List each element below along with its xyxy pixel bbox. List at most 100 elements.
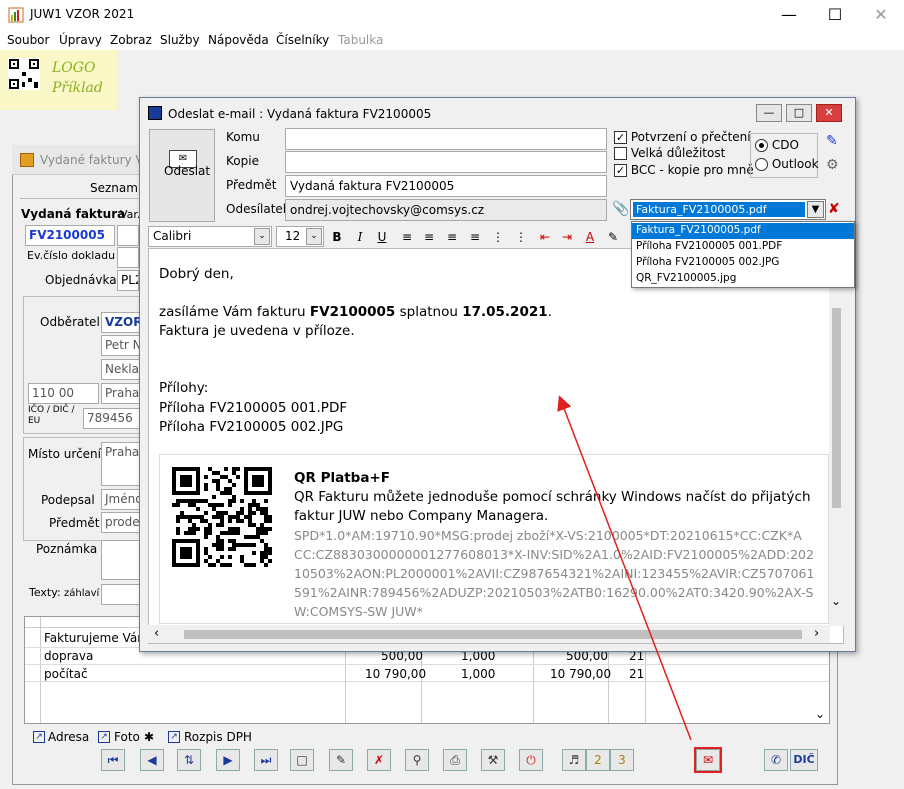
tab-seznam[interactable]: Seznam	[90, 181, 138, 195]
grid-scroll-down-icon[interactable]: ⌄	[815, 707, 825, 721]
bold-icon[interactable]: B	[328, 228, 346, 246]
align-right-icon[interactable]: ≡	[443, 228, 461, 246]
close-button[interactable]: ✕	[858, 0, 904, 30]
qr-description-1: QR Fakturu můžete jednoduše pomocí schrá…	[294, 489, 811, 505]
read-receipt-checkbox[interactable]: ✓ Potvrzení o přečtení	[614, 130, 751, 144]
body-attachments-head: Přílohy:	[159, 380, 209, 396]
contact-field[interactable]: Petr N	[101, 335, 141, 356]
pin-icon[interactable]: ✱	[144, 730, 154, 744]
attachment-option[interactable]: QR_FV2100005.jpg	[632, 271, 854, 287]
dialog-app-icon	[148, 106, 162, 120]
tools-icon[interactable]: ⚒	[481, 749, 505, 771]
zip-field[interactable]: 110 00	[28, 383, 99, 404]
edit-settings-icon[interactable]: ✎	[826, 133, 838, 149]
menu-zobraz[interactable]: Zobraz	[110, 33, 152, 47]
indent-icon[interactable]: ⇥	[558, 228, 576, 246]
outdent-icon[interactable]: ⇤	[536, 228, 554, 246]
attachment-option[interactable]: Příloha FV2100005 001.PDF	[632, 239, 854, 255]
tab-rozpis-dph[interactable]: Rozpis DPH	[184, 730, 252, 744]
chevron-down-icon[interactable]: ▼	[807, 201, 824, 218]
phone-icon[interactable]: ✆	[764, 749, 788, 771]
highlight-icon[interactable]: ✎	[604, 228, 622, 246]
send-button[interactable]: ✉ Odeslat	[149, 129, 215, 222]
tab-foto[interactable]: Foto	[114, 730, 140, 744]
checkbox-empty-icon	[614, 147, 627, 160]
font-color-icon[interactable]: A	[581, 228, 599, 246]
to-input[interactable]	[285, 128, 607, 150]
align-left-icon[interactable]: ≡	[398, 228, 416, 246]
underline-icon[interactable]: U	[373, 228, 391, 246]
dic-button[interactable]: DIČ	[790, 749, 818, 771]
font-size-select[interactable]: 12 ⌄	[276, 226, 324, 247]
editor-vertical-scrollbar[interactable]: ⌄	[829, 248, 844, 626]
bullets-icon[interactable]: ⋮	[489, 228, 507, 246]
dialog-close-button[interactable]: ✕	[816, 104, 842, 122]
menu-napoveda[interactable]: Nápověda	[208, 33, 269, 47]
sort-button[interactable]: ⇅	[177, 749, 201, 771]
odberatel-field[interactable]: VZOR	[101, 312, 141, 333]
wrench-icon[interactable]: ⚙	[826, 157, 839, 173]
podepsal-field[interactable]: Jméno	[101, 489, 141, 510]
scroll-right-icon[interactable]: ›	[814, 626, 819, 641]
attachment-option[interactable]: Faktura_FV2100005.pdf	[632, 223, 854, 239]
objednavka-field[interactable]: PL2	[117, 270, 139, 291]
outlook-radio[interactable]: Outlook	[755, 157, 819, 171]
send-email-button[interactable]: ✉	[694, 747, 722, 773]
new-document-icon[interactable]: □	[290, 749, 314, 771]
predmet-label-bg: Předmět	[49, 516, 100, 530]
maximize-button[interactable]: ☐	[812, 0, 858, 30]
power-icon[interactable]: ⏻	[519, 749, 543, 771]
bcc-checkbox[interactable]: ✓ BCC - kopie pro mně	[614, 163, 754, 177]
delete-icon[interactable]: ✗	[367, 749, 391, 771]
menu-tabulka[interactable]: Tabulka	[338, 33, 383, 47]
logo-text-1: LOGO	[52, 60, 96, 76]
help-3-icon[interactable]: 3	[610, 749, 634, 771]
invoice-number-field[interactable]: FV2100005	[25, 225, 115, 246]
help-2-icon[interactable]: 2	[586, 749, 610, 771]
print-icon[interactable]: ⎙	[443, 749, 467, 771]
poznamka-field[interactable]	[101, 540, 141, 580]
prev-record-button[interactable]: ◀	[140, 749, 164, 771]
font-name-select[interactable]: Calibri ⌄	[148, 226, 272, 247]
menu-upravy[interactable]: Úpravy	[59, 33, 102, 47]
align-center-icon[interactable]: ≡	[420, 228, 438, 246]
attachment-option[interactable]: Příloha FV2100005 002.JPG	[632, 255, 854, 271]
scroll-down-icon[interactable]: ⌄	[831, 594, 841, 608]
find-icon[interactable]: ⚲	[405, 749, 429, 771]
numbering-icon[interactable]: ⋮	[512, 228, 530, 246]
editor-horizontal-scrollbar[interactable]: ‹ ›	[148, 625, 830, 643]
predmet-field-bg[interactable]: prode	[101, 512, 141, 533]
last-record-button[interactable]: ⏭	[254, 749, 278, 771]
italic-icon[interactable]: I	[351, 228, 369, 246]
cdo-radio[interactable]: CDO	[755, 138, 799, 152]
ev-cislo-field[interactable]	[117, 247, 139, 268]
misto-field[interactable]: Praha	[101, 442, 141, 486]
zahlavi-field[interactable]	[101, 584, 141, 605]
menu-ciselniky[interactable]: Číselníky	[276, 33, 329, 47]
next-record-button[interactable]: ▶	[216, 749, 240, 771]
speaker-icon[interactable]: ♬	[562, 749, 586, 771]
attachment-select[interactable]: Faktura_FV2100005.pdf ▼	[630, 199, 826, 220]
subject-input[interactable]: Vydaná faktura FV2100005	[285, 175, 607, 197]
scroll-thumb[interactable]	[832, 308, 841, 508]
cc-input[interactable]	[285, 151, 607, 173]
ico-field[interactable]: 789456	[83, 408, 141, 429]
high-priority-checkbox[interactable]: Velká důležitost	[614, 146, 725, 160]
dialog-maximize-button[interactable]: □	[786, 104, 812, 122]
menu-soubor[interactable]: Soubor	[7, 33, 49, 47]
logo-text-2: Příklad	[52, 80, 103, 96]
scroll-left-icon[interactable]: ‹	[154, 626, 159, 641]
sender-input[interactable]: ondrej.vojtechovsky@comsys.cz	[285, 199, 607, 221]
menu-sluzby[interactable]: Služby	[160, 33, 200, 47]
remove-attachment-icon[interactable]: ✘	[828, 201, 840, 217]
city-field[interactable]: Praha	[101, 383, 141, 404]
first-record-button[interactable]: ⏮	[101, 749, 125, 771]
invoice-extra-field[interactable]	[117, 225, 139, 246]
minimize-button[interactable]: —	[766, 0, 812, 30]
street-field[interactable]: Nekla	[101, 359, 141, 380]
scroll-thumb[interactable]	[184, 630, 802, 639]
edit-icon[interactable]: ✎	[329, 749, 353, 771]
dialog-minimize-button[interactable]: —	[756, 104, 782, 122]
tab-adresa[interactable]: Adresa	[48, 730, 89, 744]
justify-icon[interactable]: ≡	[466, 228, 484, 246]
